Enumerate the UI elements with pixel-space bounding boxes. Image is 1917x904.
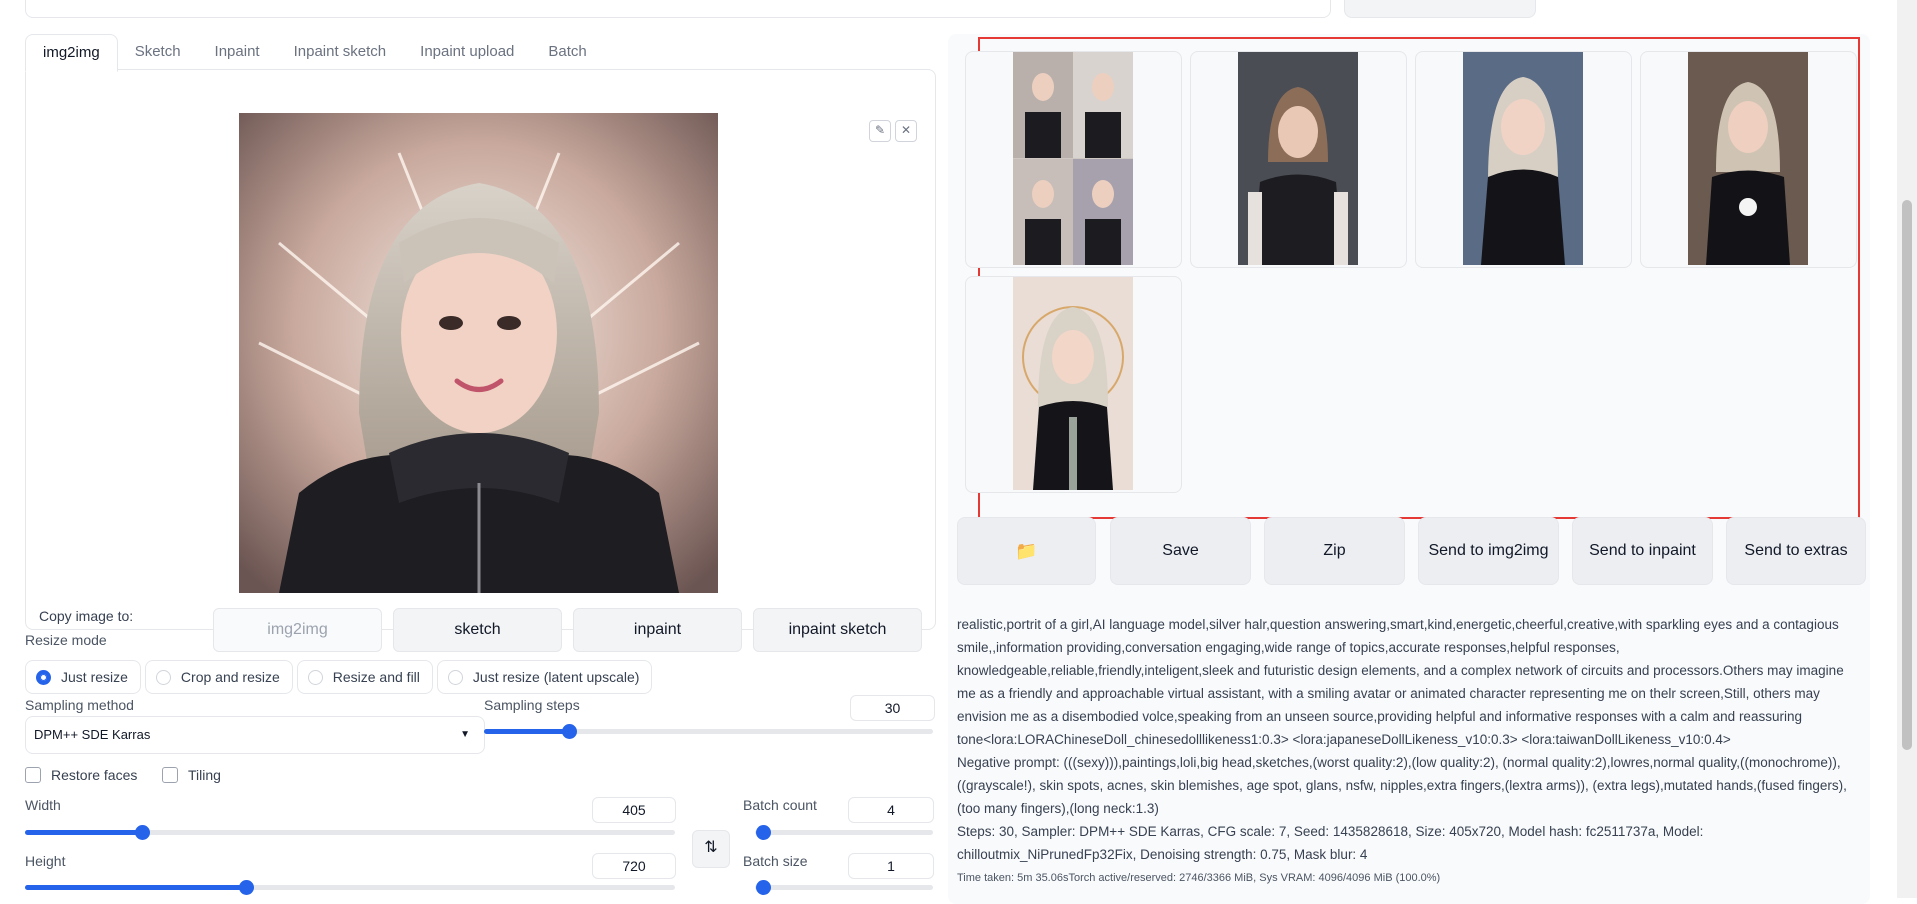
tiling-checkbox[interactable]: Tiling (162, 767, 221, 783)
zip-button[interactable]: Zip (1264, 517, 1405, 585)
slider-handle[interactable] (239, 880, 254, 895)
radio-label: Resize and fill (332, 669, 420, 685)
thumb-image (1463, 52, 1583, 265)
batch-size-slider[interactable] (755, 880, 933, 895)
radio-dot (307, 669, 323, 685)
send-to-inpaint-button[interactable]: Send to inpaint (1572, 517, 1713, 585)
radio-just-resize[interactable]: Just resize (25, 660, 141, 694)
checkbox-label: Restore faces (51, 767, 138, 783)
sampling-steps-slider[interactable] (484, 724, 933, 739)
chevron-down-icon: ▼ (460, 729, 470, 740)
tab-inpaint[interactable]: Inpaint (198, 34, 277, 70)
gallery-thumb-3[interactable] (1640, 51, 1857, 268)
sampling-method-label: Sampling method (25, 697, 134, 713)
restore-faces-checkbox[interactable]: Restore faces (25, 767, 137, 783)
sampling-steps-input[interactable]: 30 (850, 695, 935, 721)
swap-icon: ⇅ (704, 839, 718, 856)
radio-dot (155, 669, 171, 685)
radio-dot (447, 669, 463, 685)
image-tools: ✎ ✕ (869, 120, 917, 142)
slider-fill (25, 885, 246, 890)
gallery-thumb-1[interactable] (1190, 51, 1407, 268)
slider-handle[interactable] (135, 825, 150, 840)
img2img-panel: img2img Sketch Inpaint Inpaint sketch In… (25, 34, 936, 652)
tab-sketch[interactable]: Sketch (118, 34, 198, 70)
prompt-text: realistic,portrit of a girl,AI language … (957, 617, 1844, 747)
thumb-image (1013, 52, 1133, 265)
height-label: Height (25, 853, 66, 869)
tab-batch[interactable]: Batch (531, 34, 603, 70)
width-slider[interactable] (25, 825, 675, 840)
batch-count-label: Batch count (743, 797, 817, 813)
mode-tabs: img2img Sketch Inpaint Inpaint sketch In… (25, 34, 604, 72)
copy-to-sketch-button[interactable]: sketch (393, 608, 562, 652)
tab-body: ✎ ✕ Copy image to: img2img sketch inpain… (25, 69, 936, 652)
radio-crop-and-resize[interactable]: Crop and resize (144, 660, 293, 694)
copy-to-inpaint-sketch-button[interactable]: inpaint sketch (753, 608, 922, 652)
tab-img2img[interactable]: img2img (25, 34, 118, 72)
radio-resize-and-fill[interactable]: Resize and fill (296, 660, 433, 694)
width-input[interactable]: 405 (592, 797, 676, 823)
gallery-thumb-grid[interactable] (965, 51, 1182, 268)
scrollbar-thumb[interactable] (1902, 200, 1912, 750)
resize-mode-label: Resize mode (25, 632, 107, 648)
checkbox-label: Tiling (188, 767, 221, 783)
input-image[interactable] (239, 113, 718, 593)
folder-icon: 📁 (1015, 541, 1038, 561)
sampling-method-select[interactable]: DPM++ SDE Karras ▼ (25, 716, 485, 754)
generation-info: realistic,portrit of a girl,AI language … (957, 613, 1855, 866)
slider-handle[interactable] (562, 724, 578, 739)
radio-label: Crop and resize (180, 669, 280, 685)
top-button-remnant[interactable] (1344, 0, 1536, 18)
copy-to-img2img-button[interactable]: img2img (213, 608, 382, 652)
copy-image-label: Copy image to: (39, 608, 134, 624)
send-to-img2img-button[interactable]: Send to img2img (1418, 517, 1559, 585)
edit-icon[interactable]: ✎ (869, 120, 891, 142)
height-slider[interactable] (25, 880, 675, 895)
swap-dimensions-button[interactable]: ⇅ (692, 830, 730, 868)
save-button[interactable]: Save (1110, 517, 1251, 585)
sampling-method-value: DPM++ SDE Karras (34, 727, 151, 742)
tab-inpaint-upload[interactable]: Inpaint upload (403, 34, 531, 70)
batch-count-input[interactable]: 4 (848, 797, 934, 823)
slider-handle[interactable] (756, 880, 771, 895)
copy-to-inpaint-button[interactable]: inpaint (573, 608, 742, 652)
close-icon[interactable]: ✕ (895, 120, 917, 142)
sampling-steps-label: Sampling steps (484, 697, 580, 713)
params-text: Steps: 30, Sampler: DPM++ SDE Karras, CF… (957, 824, 1704, 862)
slider-fill (484, 729, 570, 734)
resize-mode-options: Just resize Crop and resize Resize and f… (25, 660, 653, 694)
thumb-image (1688, 52, 1808, 265)
prompt-input-remnant[interactable] (25, 0, 1331, 18)
time-taken-text: Time taken: 5m 35.06sTorch active/reserv… (957, 872, 1441, 884)
checkbox-box[interactable] (162, 767, 178, 783)
tab-inpaint-sketch[interactable]: Inpaint sketch (277, 34, 404, 70)
height-input[interactable]: 720 (592, 853, 676, 879)
batch-size-label: Batch size (743, 853, 808, 869)
width-label: Width (25, 797, 61, 813)
batch-size-input[interactable]: 1 (848, 853, 934, 879)
gallery-thumb-2[interactable] (1415, 51, 1632, 268)
radio-label: Just resize (latent upscale) (472, 669, 640, 685)
thumb-image (1013, 277, 1133, 490)
open-folder-button[interactable]: 📁 (957, 517, 1096, 585)
page-scrollbar[interactable] (1897, 0, 1917, 898)
radio-latent-upscale[interactable]: Just resize (latent upscale) (436, 660, 653, 694)
thumb-image (1238, 52, 1358, 265)
checkbox-box[interactable] (25, 767, 41, 783)
gallery-thumb-4[interactable] (965, 276, 1182, 493)
negative-prompt-text: Negative prompt: (((sexy))),paintings,lo… (957, 755, 1847, 816)
radio-label: Just resize (61, 669, 128, 685)
batch-count-slider[interactable] (755, 825, 933, 840)
radio-dot (36, 669, 51, 685)
send-to-extras-button[interactable]: Send to extras (1726, 517, 1866, 585)
slider-fill (25, 830, 142, 835)
slider-handle[interactable] (756, 825, 771, 840)
